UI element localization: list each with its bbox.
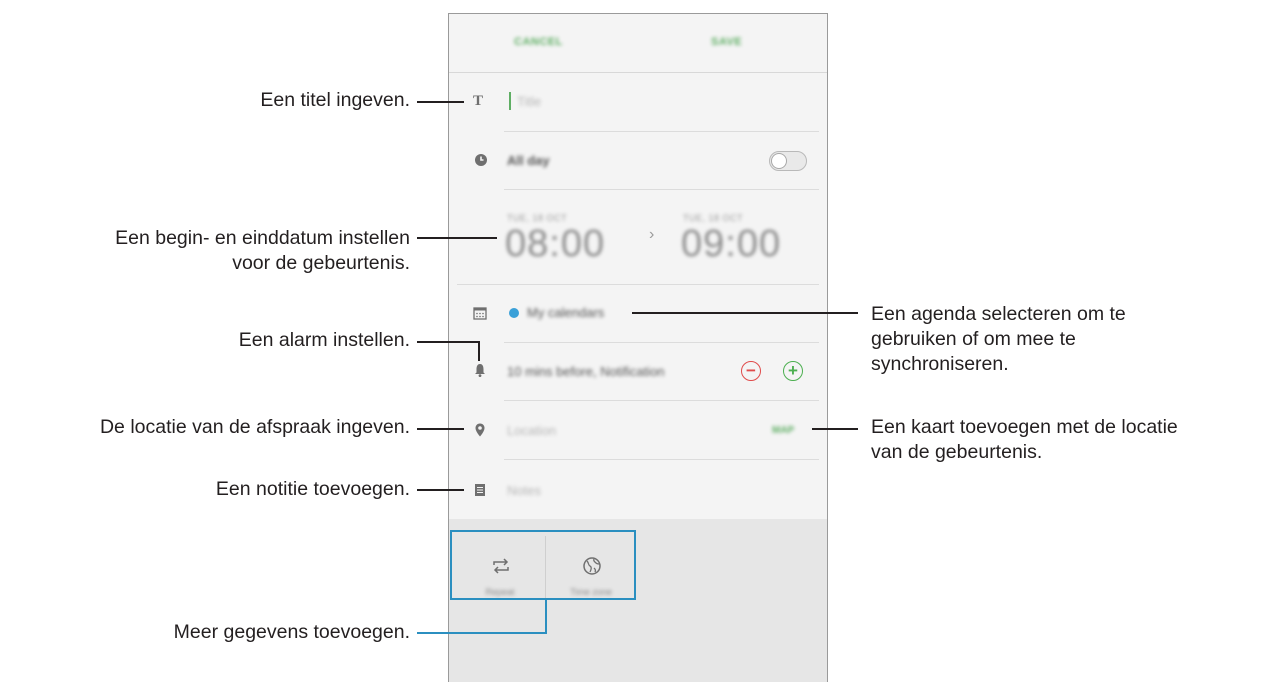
callout-note: Een notitie toevoegen. [215, 478, 410, 500]
callout-title: Een titel ingeven. [260, 89, 410, 111]
save-button[interactable]: SAVE [711, 36, 742, 48]
callout-more: Meer gegevens toevoegen. [173, 621, 410, 643]
divider [504, 459, 819, 460]
callout-calendar-line1: Een agenda selecteren om te [871, 303, 1126, 325]
start-date: TUE, 18 OCT [507, 213, 568, 223]
all-day-label: All day [507, 153, 550, 168]
leader-line [417, 489, 464, 491]
calendar-select[interactable]: My calendars [527, 305, 604, 320]
callout-dates-line1: Een begin- en einddatum instellen [115, 227, 410, 249]
clock-icon [475, 154, 487, 166]
text-cursor [509, 92, 511, 110]
chevron-right-icon: › [649, 226, 655, 243]
top-bar: CANCEL SAVE [449, 14, 827, 73]
callout-calendar-line3: synchroniseren. [871, 353, 1009, 375]
location-input[interactable]: Location [507, 423, 556, 438]
callout-calendar: Een agenda selecteren om te gebruiken of… [871, 302, 1126, 377]
end-time[interactable]: 09:00 [681, 223, 781, 266]
title-icon: T [473, 93, 484, 109]
leader-line [545, 599, 547, 634]
leader-line [812, 428, 858, 430]
remove-alarm-button[interactable]: − [741, 361, 761, 381]
end-date: TUE, 18 OCT [683, 213, 744, 223]
callout-calendar-line2: gebruiken of om mee te [871, 328, 1076, 350]
notes-input[interactable]: Notes [507, 483, 541, 498]
callout-alarm: Een alarm instellen. [238, 329, 410, 351]
event-form: CANCEL SAVE T Title All day TUE, 18 OCT … [449, 14, 827, 519]
divider [504, 400, 819, 401]
callout-location: De locatie van de afspraak ingeven. [99, 416, 410, 438]
divider [457, 284, 819, 285]
all-day-toggle[interactable] [769, 151, 807, 171]
toggle-knob [771, 153, 787, 169]
start-time[interactable]: 08:00 [505, 223, 605, 266]
divider [504, 131, 819, 132]
calendar-icon [473, 307, 487, 320]
divider [504, 189, 819, 190]
callout-map-line1: Een kaart toevoegen met de locatie [871, 416, 1178, 438]
location-pin-icon [475, 423, 485, 437]
bell-icon [475, 364, 485, 377]
add-alarm-button[interactable]: + [783, 361, 803, 381]
calendar-color-dot [509, 308, 519, 318]
notes-icon [475, 484, 485, 496]
cancel-button[interactable]: CANCEL [514, 36, 563, 48]
callout-dates: Een begin- en einddatum instellen voor d… [115, 226, 410, 276]
leader-line [417, 428, 464, 430]
leader-line [478, 341, 480, 361]
map-button[interactable]: MAP [772, 425, 794, 436]
callout-map: Een kaart toevoegen met de locatie van d… [871, 415, 1178, 465]
leader-line [417, 101, 464, 103]
divider [504, 342, 819, 343]
leader-line [417, 632, 547, 634]
alarm-setting[interactable]: 10 mins before, Notification [507, 364, 665, 379]
callout-dates-line2: voor de gebeurtenis. [232, 252, 410, 274]
extras-highlight [450, 530, 636, 600]
leader-line [417, 341, 480, 343]
leader-line [632, 312, 858, 314]
title-input[interactable]: Title [517, 94, 541, 109]
leader-line [417, 237, 497, 239]
callout-map-line2: van de gebeurtenis. [871, 441, 1043, 463]
